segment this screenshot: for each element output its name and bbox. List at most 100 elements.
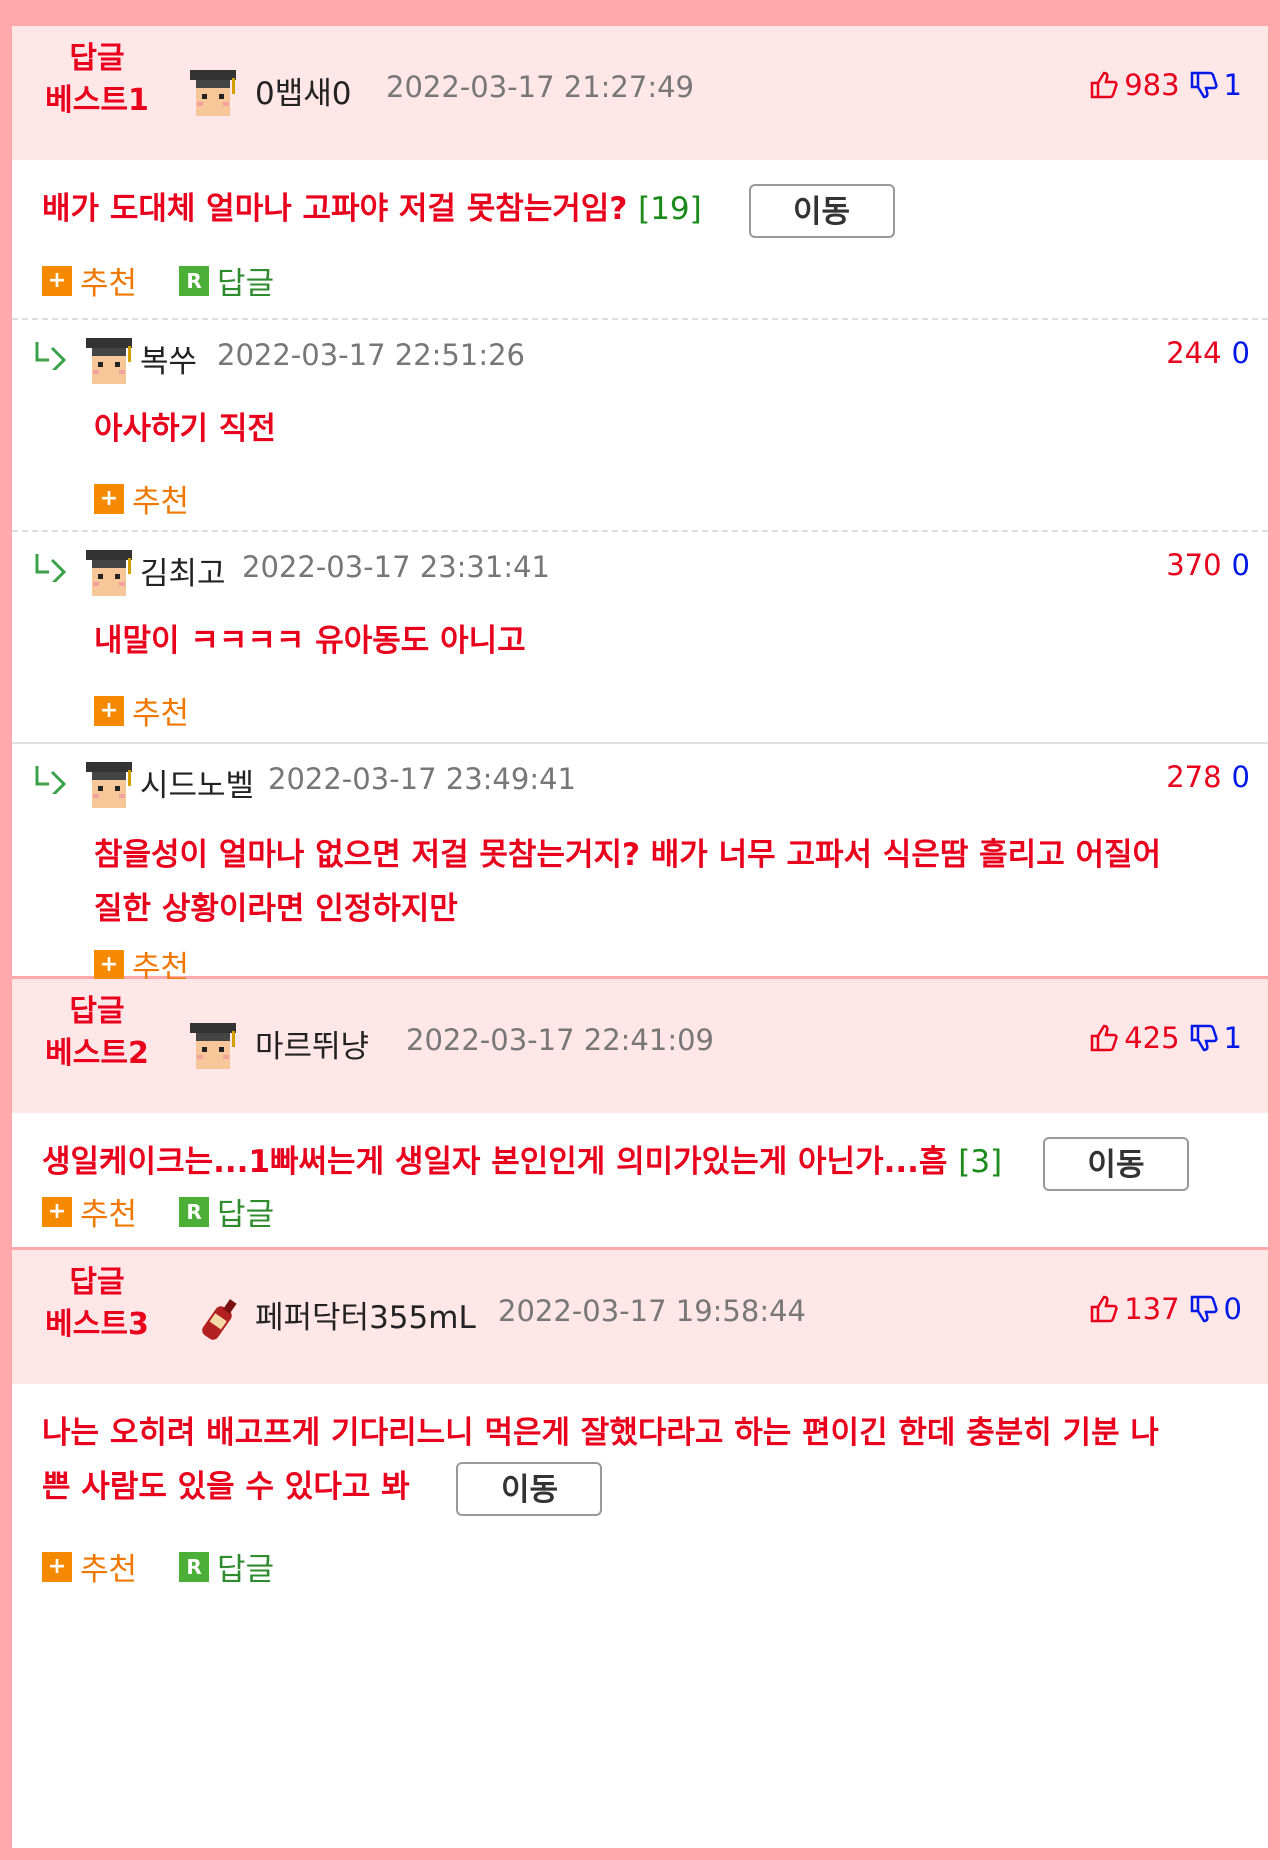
thumbs-down-icon[interactable]	[1188, 69, 1220, 101]
best-badge: 답글 베스트3	[12, 1262, 182, 1346]
upvote-count: 244	[1166, 336, 1222, 370]
best-comment-1: 답글 베스트1 0뱁새0 2022-03-17 21:27:49 983 1 배…	[12, 26, 1268, 986]
comment-line-2: 쁜 사람도 있을 수 있다고 봐	[42, 1469, 410, 1505]
move-button[interactable]: 이동	[748, 183, 895, 238]
move-button[interactable]: 이동	[456, 1461, 603, 1516]
reply-count: [19]	[638, 191, 702, 227]
downvote-count: 1	[1223, 1021, 1242, 1055]
comment-line-2: 질한 상황이라면 인정하지만	[94, 891, 458, 927]
comment-text: 내말이 ㅋㅋㅋㅋ 유아동도 아니고	[94, 623, 526, 659]
comment-content: 생일케이크는...1빠써는게 생일자 본인인게 의미가있는게 아닌가...흠 […	[42, 1135, 1189, 1191]
downvote-count: 1	[1223, 68, 1242, 102]
thumbs-up-icon[interactable]	[1088, 1022, 1120, 1054]
reply-item: 시드노벨 2022-03-17 23:49:41 278 0 참을성이 얼마나 …	[12, 742, 1268, 986]
comment-text: 배가 도대체 얼마나 고파야 저걸 못참는거임?	[42, 191, 628, 227]
author-nick[interactable]: 마르뛰냥	[255, 1021, 369, 1066]
vote-counts: 278 0	[1166, 760, 1250, 794]
reply-label: 답글	[217, 266, 275, 302]
avatar-icon[interactable]	[80, 756, 138, 814]
comment-line-1: 참을성이 얼마나 없으면 저걸 못참는거지? 배가 너무 고파서 식은땀 흘리고…	[94, 837, 1162, 873]
upvote-count: 370	[1166, 548, 1222, 582]
reply-count: [3]	[958, 1144, 1003, 1180]
comment-frame: 답글 베스트1 0뱁새0 2022-03-17 21:27:49 983 1 배…	[12, 26, 1268, 1848]
reply-item: 복쑤 2022-03-17 22:51:26 244 0 아사하기 직전 + 추…	[12, 318, 1268, 530]
author-nick[interactable]: 0뱁새0	[255, 68, 352, 113]
plus-icon: +	[94, 949, 124, 980]
comment-text: 참을성이 얼마나 없으면 저걸 못참는거지? 배가 너무 고파서 식은땀 흘리고…	[94, 828, 1254, 936]
vote-counts: 244 0	[1166, 336, 1250, 370]
comment-actions: + 추천 R 답글	[42, 258, 316, 303]
avatar-icon[interactable]	[184, 1017, 242, 1075]
comment-actions: + 추천	[94, 688, 231, 733]
best-comment-header: 답글 베스트3 페퍼닥터355mL 2022-03-17 19:58:44 13…	[12, 1250, 1268, 1384]
badge-line-1: 답글	[69, 994, 125, 1029]
recommend-button[interactable]: + 추천	[94, 476, 189, 521]
reply-icon: R	[179, 1196, 210, 1227]
author-nick[interactable]: 페퍼닥터355mL	[255, 1292, 476, 1337]
plus-icon: +	[42, 265, 72, 296]
reply-label: 답글	[217, 1552, 275, 1588]
plus-icon: +	[42, 1551, 72, 1582]
upvote-count: 278	[1166, 760, 1222, 794]
comment-date: 2022-03-17 23:49:41	[268, 762, 576, 796]
downvote-count: 0	[1231, 336, 1250, 370]
reply-icon: R	[179, 265, 210, 296]
downvote-count: 0	[1231, 548, 1250, 582]
thumbs-up-icon[interactable]	[1088, 1293, 1120, 1325]
avatar-icon[interactable]	[80, 332, 138, 390]
reply-button[interactable]: R 답글	[179, 1189, 274, 1234]
comment-actions: + 추천	[94, 476, 231, 521]
thumbs-up-icon[interactable]	[1088, 69, 1120, 101]
plus-icon: +	[42, 1196, 72, 1227]
reply-item: 김최고 2022-03-17 23:31:41 370 0 내말이 ㅋㅋㅋㅋ 유…	[12, 530, 1268, 742]
recommend-button[interactable]: + 추천	[42, 258, 137, 303]
reply-button[interactable]: R 답글	[179, 1544, 274, 1589]
badge-line-1: 답글	[69, 41, 125, 76]
thumbs-down-icon[interactable]	[1188, 1022, 1220, 1054]
author-nick[interactable]: 시드노벨	[140, 760, 254, 805]
avatar-icon[interactable]	[80, 544, 138, 602]
best-badge: 답글 베스트1	[12, 38, 182, 122]
comment-content: 배가 도대체 얼마나 고파야 저걸 못참는거임? [19] 이동	[42, 182, 895, 238]
author-nick[interactable]: 김최고	[140, 548, 226, 593]
upvote-count: 425	[1124, 1021, 1180, 1055]
recommend-label: 추천	[80, 1197, 138, 1233]
comment-text: 생일케이크는...1빠써는게 생일자 본인인게 의미가있는게 아닌가...흠	[42, 1144, 948, 1180]
recommend-label: 추천	[132, 484, 190, 520]
recommend-label: 추천	[132, 696, 190, 732]
comment-text: 아사하기 직전	[94, 411, 276, 447]
comment-date: 2022-03-17 19:58:44	[498, 1294, 806, 1328]
best-comment-header: 답글 베스트2 마르뛰냥 2022-03-17 22:41:09 425 1	[12, 979, 1268, 1113]
reply-label: 답글	[217, 1197, 275, 1233]
best-comment-2: 답글 베스트2 마르뛰냥 2022-03-17 22:41:09 425 1 생…	[12, 979, 1268, 1250]
badge-line-2: 베스트3	[45, 1307, 149, 1342]
bottle-avatar-icon[interactable]	[184, 1286, 242, 1344]
plus-icon: +	[94, 695, 124, 726]
reply-icon: R	[179, 1551, 210, 1582]
comment-content: 나는 오히려 배고프게 기다리느니 먹은게 잘했다라고 하는 편이긴 한데 충분…	[42, 1406, 1252, 1516]
vote-counts: 137 0	[1088, 1292, 1242, 1326]
reply-button[interactable]: R 답글	[179, 258, 274, 303]
vote-counts: 983 1	[1088, 68, 1242, 102]
recommend-label: 추천	[80, 1552, 138, 1588]
author-nick[interactable]: 복쑤	[140, 336, 197, 381]
comment-actions: + 추천 R 답글	[42, 1189, 316, 1234]
comment-date: 2022-03-17 22:51:26	[217, 338, 525, 372]
downvote-count: 0	[1231, 760, 1250, 794]
recommend-button[interactable]: + 추천	[42, 1544, 137, 1589]
recommend-label: 추천	[80, 266, 138, 302]
best-comment-3: 답글 베스트3 페퍼닥터355mL 2022-03-17 19:58:44 13…	[12, 1250, 1268, 1848]
best-comment-header: 답글 베스트1 0뱁새0 2022-03-17 21:27:49 983 1	[12, 26, 1268, 160]
comment-date: 2022-03-17 22:41:09	[406, 1023, 714, 1057]
avatar-icon[interactable]	[184, 64, 242, 122]
reply-arrow-icon	[35, 554, 67, 582]
thumbs-down-icon[interactable]	[1188, 1293, 1220, 1325]
comment-date: 2022-03-17 21:27:49	[386, 70, 694, 104]
comment-actions: + 추천 R 답글	[42, 1544, 316, 1589]
badge-line-1: 답글	[69, 1265, 125, 1300]
best-badge: 답글 베스트2	[12, 991, 182, 1075]
recommend-button[interactable]: + 추천	[94, 688, 189, 733]
upvote-count: 137	[1124, 1292, 1180, 1326]
move-button[interactable]: 이동	[1042, 1136, 1189, 1191]
recommend-button[interactable]: + 추천	[42, 1189, 137, 1234]
